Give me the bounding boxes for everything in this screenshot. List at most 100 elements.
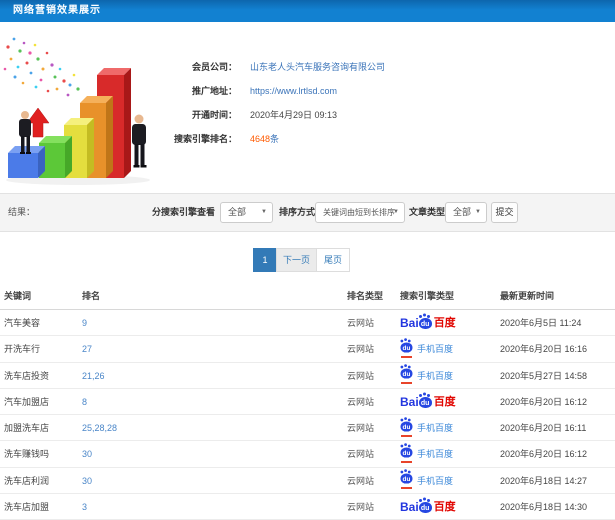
engine-cell: Bai du 百度	[400, 494, 456, 520]
chevron-down-icon: ▼	[261, 209, 267, 215]
header-rank-type: 排名类型	[347, 291, 384, 301]
updated-cell: 2020年6月20日 16:16	[500, 344, 588, 355]
last-page-button[interactable]: 尾页	[316, 248, 350, 272]
mobile-baidu-label: 手机百度	[417, 449, 454, 460]
baidu-paw-icon: du	[400, 471, 413, 484]
confetti-dots	[3, 37, 80, 97]
keyword-cell: 开洗车行	[4, 344, 41, 355]
baidu-du-text: du	[420, 399, 430, 407]
baidu-paw-icon: du	[400, 418, 413, 432]
mobile-baidu-label: 手机百度	[417, 423, 454, 434]
submit-button[interactable]: 提交	[491, 202, 518, 223]
info-field-row: 会员公司： 山东老人头汽车服务咨询有限公司	[150, 60, 615, 74]
mobile-baidu-paw-icon: du	[400, 365, 413, 385]
marketing-report-page: 网络营销效果展示 会员公司： 山东老人头汽车服务咨询有限公司 推广地址： htt…	[0, 0, 615, 520]
rank-type-cell: 云网站	[347, 344, 375, 355]
table-row: 加盟洗车店 25,28,28 云网站 du 手机百度 2020年6月20日 16:11	[0, 415, 615, 442]
engine-filter-select[interactable]: 全部 ▼	[220, 202, 273, 223]
rank-type-cell: 云网站	[347, 475, 375, 486]
table-row: 汽车加盟店 8 云网站 Bai du 百度 2020年6月20日 16:12	[0, 389, 615, 416]
keyword-cell: 加盟洗车店	[4, 423, 50, 434]
baidu-paw-icon: du	[418, 393, 432, 408]
baidu-logo-cn-text: 百度	[433, 501, 456, 514]
filter-bar: 结果： 分搜索引擎查看 全部 ▼ 排序方式 关键词由短到长排序 ▼ 文章类型 全…	[0, 193, 615, 232]
info-field-row: 开通时间： 2020年4月29日 09:13	[150, 108, 615, 122]
page-1-button[interactable]: 1	[253, 248, 277, 272]
engine-cell: Bai du 百度	[400, 310, 456, 337]
result-label: 结果：	[8, 207, 36, 217]
table-row: 洗车赚钱吗 30 云网站 du 手机百度 2020年6月20日 16:12	[0, 441, 615, 468]
keyword-cell: 洗车赚钱吗	[4, 449, 50, 460]
sort-label: 排序方式	[279, 207, 316, 217]
chevron-down-icon: ▼	[393, 209, 399, 215]
info-field-value: 2020年4月29日 09:13	[250, 110, 338, 120]
baidu-logo-bai-text: Bai	[400, 500, 419, 515]
keyword-cell: 洗车店利润	[4, 475, 50, 486]
rank-type-cell: 云网站	[347, 318, 375, 328]
article-type-select[interactable]: 全部 ▼	[445, 202, 487, 223]
mobile-baidu-label: 手机百度	[417, 344, 454, 355]
header-updated: 最新更新时间	[500, 291, 555, 301]
baidu-du-text: du	[402, 450, 411, 457]
keyword-cell: 汽车加盟店	[4, 396, 50, 407]
updated-cell: 2020年6月20日 16:11	[500, 423, 587, 434]
baidu-logo-cn-text: 百度	[433, 395, 456, 408]
mobile-baidu-logo: du 手机百度	[400, 468, 453, 494]
rank-type-cell: 云网站	[347, 423, 375, 434]
rank-cell[interactable]: 9	[82, 310, 87, 336]
info-field-link[interactable]: 山东老人头汽车服务咨询有限公司	[250, 60, 385, 74]
mobile-baidu-logo: du 手机百度	[400, 363, 453, 389]
sort-select[interactable]: 关键词由短到长排序 ▼	[315, 202, 405, 223]
baidu-paw-icon: du	[400, 339, 413, 353]
info-section: 会员公司： 山东老人头汽车服务咨询有限公司推广地址： https://www.lrt…	[0, 22, 615, 193]
baidu-logo: Bai du 百度	[400, 389, 456, 415]
engine-cell: Bai du 百度	[400, 389, 456, 416]
info-field-row: 推广地址： https://www.lrtlsd.com	[150, 84, 615, 98]
mobile-baidu-label: 手机百度	[417, 370, 454, 381]
info-field-row: 搜索引擎排名： 4648条	[150, 132, 615, 146]
mobile-baidu-logo: du 手机百度	[400, 415, 453, 441]
rank-cell[interactable]: 3	[82, 494, 87, 520]
baidu-logo-cn-text: 百度	[433, 317, 456, 329]
table-row: 汽车美容 9 云网站 Bai du 百度 2020年6月5日 11:24	[0, 310, 615, 337]
next-page-button[interactable]: 下一页	[276, 248, 317, 272]
table-row: 开洗车行 27 云网站 du 手机百度 2020年6月20日 16:16	[0, 336, 615, 363]
rank-type-cell: 云网站	[347, 449, 375, 460]
baidu-paw-icon: du	[418, 314, 432, 329]
rank-cell[interactable]: 8	[82, 389, 87, 415]
info-field-link[interactable]: https://www.lrtlsd.com	[250, 84, 337, 98]
rank-cell[interactable]: 25,28,28	[82, 415, 117, 441]
info-field-label: 推广地址：	[191, 86, 237, 96]
ranking-table: 关键词 排名 排名类型 搜索引擎类型 最新更新时间 汽车美容 9 云网站 Bai du 百…	[0, 283, 615, 520]
baidu-du-text: du	[402, 345, 411, 352]
table-row: 洗车店投资 21,26 云网站 du 手机百度 2020年5月27日 14:58	[0, 363, 615, 389]
mobile-baidu-paw-icon: du	[400, 418, 413, 437]
baidu-paw-icon: du	[418, 498, 432, 513]
mobile-baidu-label: 手机百度	[417, 475, 454, 486]
rank-cell[interactable]: 21,26	[82, 363, 105, 389]
mobile-baidu-paw-icon: du	[400, 471, 413, 490]
baidu-du-text: du	[420, 320, 430, 328]
baidu-logo: Bai du 百度	[400, 494, 456, 520]
baidu-du-text: du	[402, 371, 411, 378]
rank-cell[interactable]: 27	[82, 336, 92, 362]
keyword-cell: 洗车店加盟	[4, 502, 50, 513]
baidu-du-text: du	[402, 476, 411, 484]
chevron-down-icon: ▼	[475, 209, 481, 215]
baidu-logo-bai-text: Bai	[400, 316, 419, 330]
article-type-label: 文章类型	[409, 207, 446, 217]
updated-cell: 2020年6月18日 14:27	[500, 475, 588, 486]
rank-cell[interactable]: 30	[82, 441, 92, 467]
rank-type-cell: 云网站	[347, 370, 375, 381]
header-rank: 排名	[82, 291, 101, 301]
info-field-label: 搜索引擎排名：	[173, 134, 237, 144]
table-row: 洗车店加盟 3 云网站 Bai du 百度 2020年6月18日 14:30	[0, 494, 615, 520]
bar-chart-illustration	[0, 25, 155, 193]
baidu-paw-icon: du	[400, 444, 413, 458]
rank-cell[interactable]: 30	[82, 468, 92, 494]
company-info-list: 会员公司： 山东老人头汽车服务咨询有限公司推广地址： https://www.lrt…	[150, 22, 615, 193]
baidu-du-text: du	[402, 424, 411, 431]
table-body: 汽车美容 9 云网站 Bai du 百度 2020年6月5日 11:24 开洗车行 27 云网站 d…	[0, 310, 615, 520]
top-bar: 网络营销效果展示	[0, 0, 615, 22]
updated-cell: 2020年6月20日 16:12	[500, 449, 588, 460]
